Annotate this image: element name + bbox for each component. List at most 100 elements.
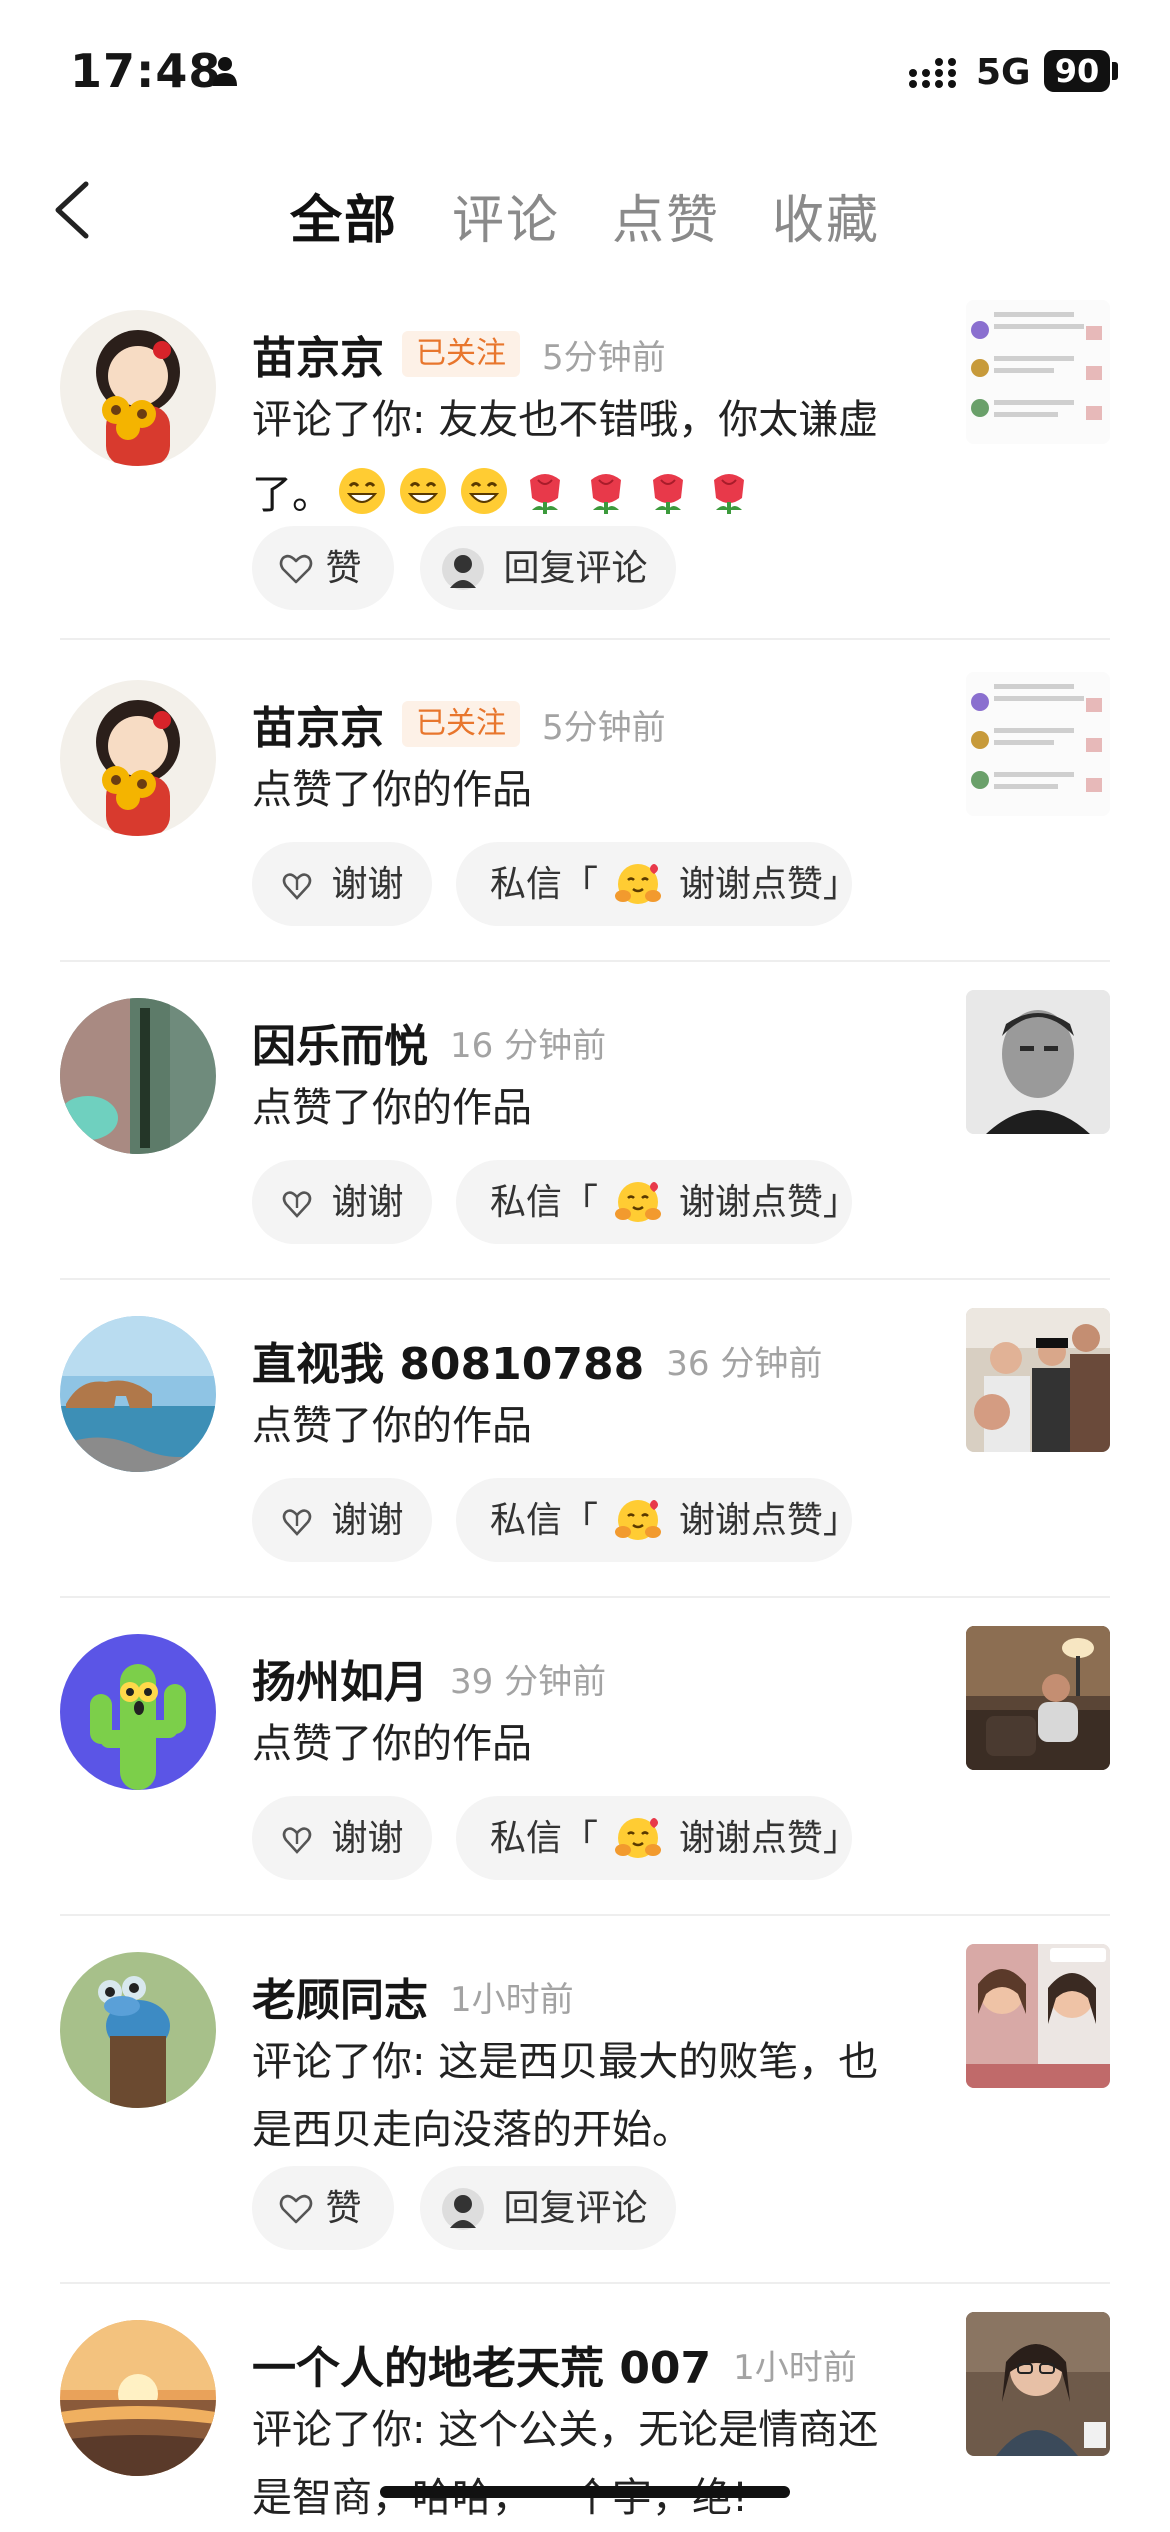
user-name[interactable]: 苗京京 xyxy=(252,333,384,384)
signal-icon xyxy=(909,58,956,88)
flower-heart-icon xyxy=(282,1191,312,1218)
grin-emoji-icon xyxy=(339,468,386,514)
heart-icon xyxy=(279,554,313,584)
thanks-button[interactable]: 谢谢 xyxy=(252,1478,432,1562)
user-name[interactable]: 一个人的地老天荒 007 xyxy=(252,2343,711,2394)
divider xyxy=(60,1914,1110,1916)
name-row: 老顾同志 1小时前 xyxy=(252,1964,574,2026)
dm-thanks-button[interactable]: 私信「 谢谢点赞」 xyxy=(456,1796,859,1880)
rose-emoji-icon xyxy=(591,474,622,514)
work-thumbnail[interactable] xyxy=(966,1626,1110,1770)
person-icon xyxy=(213,57,237,86)
avatar[interactable] xyxy=(60,1316,216,1472)
dm-thanks-button[interactable]: 私信「 谢谢点赞」 xyxy=(456,1478,859,1562)
time-ago: 36 分钟前 xyxy=(666,1343,823,1384)
avatar[interactable] xyxy=(60,1952,216,2108)
network-label: 5G xyxy=(976,52,1031,93)
thanks-button[interactable]: 谢谢 xyxy=(252,1160,432,1244)
avatar[interactable] xyxy=(60,680,216,836)
work-thumbnail[interactable] xyxy=(966,2312,1110,2456)
user-name[interactable]: 扬州如月 xyxy=(252,1657,428,1708)
user-name[interactable]: 直视我 80810788 xyxy=(252,1339,644,1390)
rose-emoji-icon xyxy=(713,474,744,514)
dm-thanks-button[interactable]: 私信「 谢谢点赞」 xyxy=(456,842,859,926)
avatar[interactable] xyxy=(60,1634,216,1790)
name-row: 因乐而悦 16 分钟前 xyxy=(252,1010,607,1072)
work-thumbnail[interactable] xyxy=(966,990,1110,1134)
comment-text: 是智商，哈哈，一个字，绝! xyxy=(252,2475,749,2521)
dm-thanks-button[interactable]: 私信「 谢谢点赞」 xyxy=(456,1160,859,1244)
hug-emoji-icon xyxy=(615,1182,662,1222)
comment-text: 评论了你: 这个公关，无论是情商还 xyxy=(252,2407,879,2453)
following-badge: 已关注 xyxy=(402,701,520,747)
time-ago: 39 分钟前 xyxy=(450,1661,607,1702)
name-row: 苗京京 已关注 5分钟前 xyxy=(252,322,666,384)
reply-comment-button[interactable]: 回复评论 xyxy=(420,526,676,610)
notification-item[interactable]: 苗京京 已关注 5分钟前 点赞了你的作品 谢谢 私信「 谢谢点赞」 xyxy=(0,672,1170,962)
avatar[interactable] xyxy=(60,310,216,466)
divider xyxy=(60,1278,1110,1280)
name-row: 扬州如月 39 分钟前 xyxy=(252,1646,607,1708)
notification-item[interactable]: 老顾同志 1小时前 评论了你: 这是西贝最大的败笔，也 是西贝走向没落的开始。 赞… xyxy=(0,1944,1170,2284)
work-thumbnail[interactable] xyxy=(966,672,1110,816)
grin-emoji-icon xyxy=(461,468,508,514)
notification-item[interactable]: 直视我 80810788 36 分钟前 点赞了你的作品 谢谢 私信「 谢谢点赞」 xyxy=(0,1308,1170,1598)
time-ago: 1小时前 xyxy=(733,2347,857,2388)
action-text: 点赞了你的作品 xyxy=(252,1403,532,1449)
like-button[interactable]: 赞 xyxy=(252,526,394,610)
status-bar: 17:48 5G 90 xyxy=(0,0,1170,150)
action-text: 点赞了你的作品 xyxy=(252,1721,532,1767)
notification-item[interactable]: 扬州如月 39 分钟前 点赞了你的作品 谢谢 私信「 谢谢点赞」 xyxy=(0,1626,1170,1916)
battery-cap xyxy=(1112,62,1118,80)
rose-emoji-icon xyxy=(652,474,683,514)
name-row: 苗京京 已关注 5分钟前 xyxy=(252,692,666,754)
user-name[interactable]: 老顾同志 xyxy=(252,1975,428,2026)
comment-text: 评论了你: 友友也不错哦，你太谦虚 xyxy=(252,397,879,443)
battery-icon: 90 xyxy=(1044,50,1110,92)
tab-comments[interactable]: 评论 xyxy=(452,178,560,253)
work-thumbnail[interactable] xyxy=(966,1944,1110,2088)
divider xyxy=(60,638,1110,640)
work-thumbnail[interactable] xyxy=(966,300,1110,444)
thanks-button[interactable]: 谢谢 xyxy=(252,842,432,926)
action-text: 点赞了你的作品 xyxy=(252,1085,532,1131)
hug-emoji-icon xyxy=(615,1818,662,1858)
comment-text: 是西贝走向没落的开始。 xyxy=(252,2107,692,2153)
time-ago: 1小时前 xyxy=(450,1979,574,2020)
user-mini-avatar-icon xyxy=(442,2188,484,2230)
like-button[interactable]: 赞 xyxy=(252,2166,394,2250)
comment-text: 了。 xyxy=(252,472,332,518)
comment-text: 评论了你: 这是西贝最大的败笔，也 xyxy=(252,2039,879,2085)
avatar[interactable] xyxy=(60,998,216,1154)
time-ago: 5分钟前 xyxy=(542,707,666,748)
following-badge: 已关注 xyxy=(402,331,520,377)
hug-emoji-icon xyxy=(615,864,662,904)
time-ago: 16 分钟前 xyxy=(450,1025,607,1066)
flower-heart-icon xyxy=(282,873,312,900)
name-row: 一个人的地老天荒 007 1小时前 xyxy=(252,2332,857,2394)
thanks-button[interactable]: 谢谢 xyxy=(252,1796,432,1880)
grin-emoji-icon xyxy=(400,468,447,514)
tab-all[interactable]: 全部 xyxy=(290,178,398,253)
home-indicator[interactable] xyxy=(380,2486,790,2498)
divider xyxy=(60,2282,1110,2284)
user-mini-avatar-icon xyxy=(442,548,484,590)
user-name[interactable]: 苗京京 xyxy=(252,703,384,754)
user-name[interactable]: 因乐而悦 xyxy=(252,1021,428,1072)
hug-emoji-icon xyxy=(615,1500,662,1540)
reply-comment-button[interactable]: 回复评论 xyxy=(420,2166,676,2250)
status-time: 17:48 xyxy=(70,44,222,98)
notification-item[interactable]: 苗京京 已关注 5分钟前 评论了你: 友友也不错哦，你太谦虚 了。 赞 回复评论 xyxy=(0,300,1170,640)
avatar[interactable] xyxy=(60,2320,216,2476)
divider xyxy=(60,960,1110,962)
notification-item[interactable]: 一个人的地老天荒 007 1小时前 评论了你: 这个公关，无论是情商还 是智商，哈… xyxy=(0,2312,1170,2532)
notification-item[interactable]: 因乐而悦 16 分钟前 点赞了你的作品 谢谢 私信「 谢谢点赞」 xyxy=(0,990,1170,1280)
header: 全部 评论 点赞 收藏 xyxy=(0,150,1170,270)
tab-likes[interactable]: 点赞 xyxy=(612,178,720,253)
work-thumbnail[interactable] xyxy=(966,1308,1110,1452)
time-ago: 5分钟前 xyxy=(542,337,666,378)
back-arrow-icon[interactable] xyxy=(48,178,98,242)
heart-icon xyxy=(279,2194,313,2224)
tab-favorites[interactable]: 收藏 xyxy=(772,178,880,253)
flower-heart-icon xyxy=(282,1509,312,1536)
